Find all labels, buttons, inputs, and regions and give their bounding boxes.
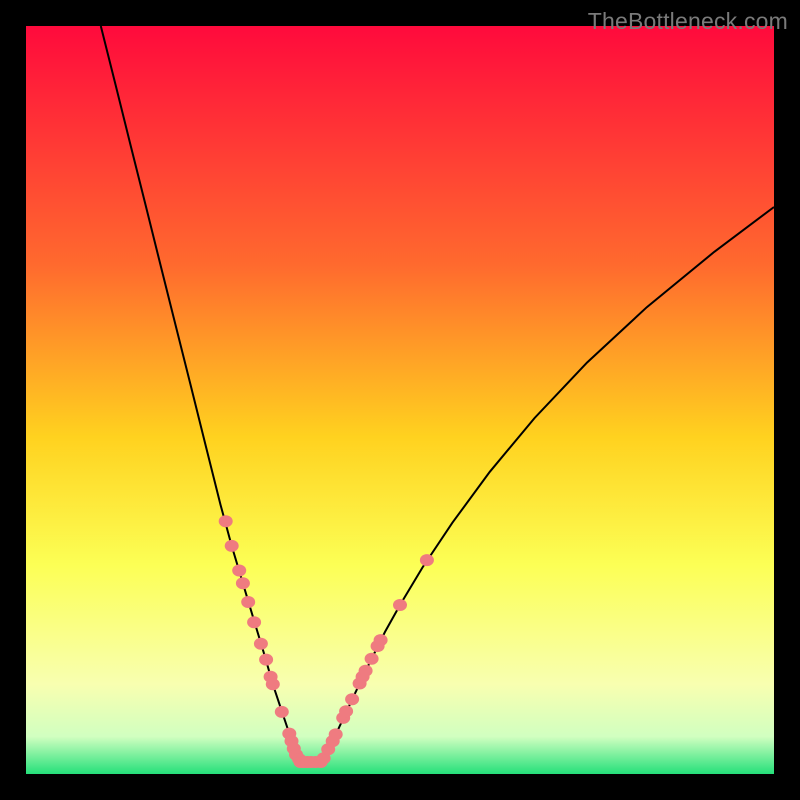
curve-marker [259, 654, 273, 666]
curve-marker [219, 515, 233, 527]
curve-marker [275, 706, 289, 718]
chart-root: TheBottleneck.com [0, 0, 800, 800]
curve-marker [339, 705, 353, 717]
curve-marker [241, 596, 255, 608]
curve-marker [359, 665, 373, 677]
curve-marker [420, 554, 434, 566]
curve-marker [365, 653, 379, 665]
plot-background-gradient [26, 26, 774, 774]
curve-marker [225, 540, 239, 552]
curve-marker [247, 616, 261, 628]
curve-marker [393, 599, 407, 611]
curve-marker [266, 678, 280, 690]
curve-marker [236, 577, 250, 589]
plot-frame [26, 26, 774, 774]
curve-marker [254, 638, 268, 650]
watermark-label: TheBottleneck.com [588, 8, 788, 35]
plot-svg [26, 26, 774, 774]
curve-marker [232, 565, 246, 577]
curve-marker [329, 728, 343, 740]
curve-marker [345, 693, 359, 705]
curve-marker [374, 634, 388, 646]
